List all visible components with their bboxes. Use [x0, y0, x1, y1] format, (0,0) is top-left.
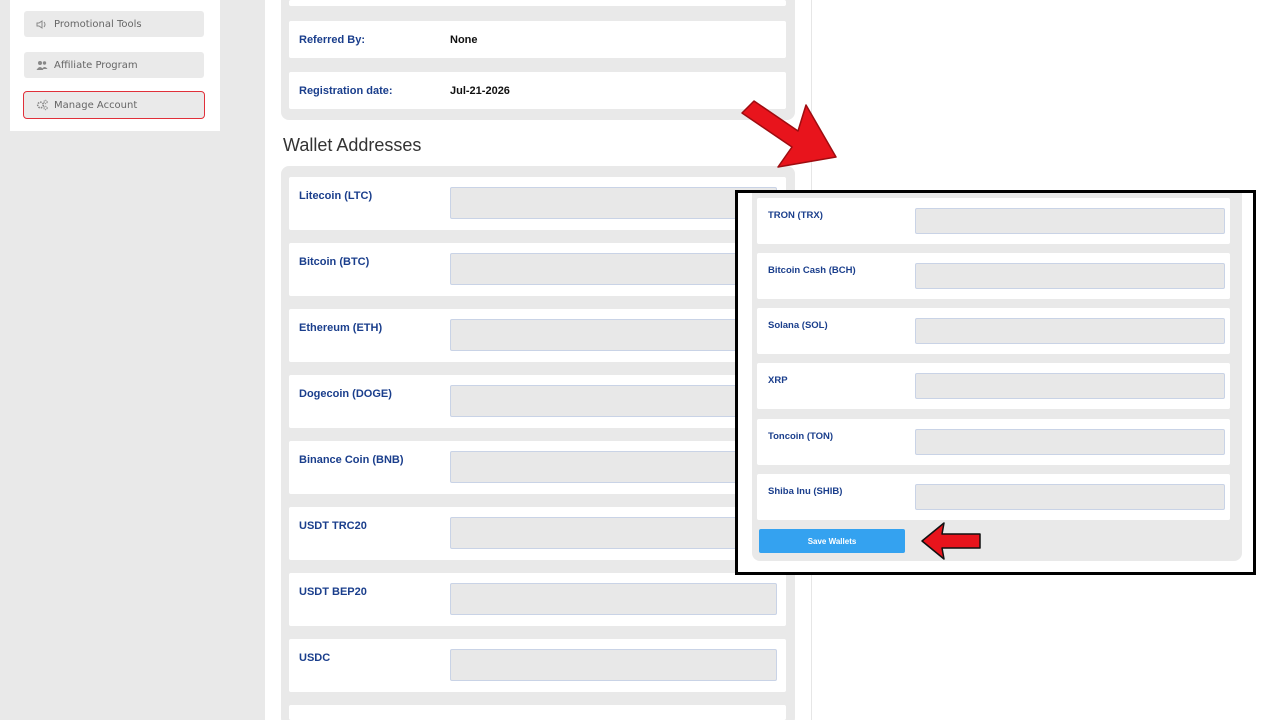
wallet-label: Bitcoin Cash (BCH) — [768, 265, 856, 276]
wallet-row-trx: TRON (TRX) — [757, 198, 1230, 244]
info-row-referred-by: Referred By: None — [289, 21, 786, 58]
arrow-left-icon — [921, 522, 981, 560]
info-row-partial — [289, 0, 786, 6]
sidebar-item-label: Manage Account — [54, 99, 138, 111]
wallet-label: Bitcoin (BTC) — [299, 256, 370, 268]
wallet-row-usdt-trc20: USDT TRC20 — [289, 507, 786, 560]
sidebar-item-promotional-tools[interactable]: Promotional Tools — [24, 11, 204, 37]
eth-address-input[interactable] — [450, 319, 777, 351]
usdc-address-input[interactable] — [450, 649, 777, 681]
bch-address-input[interactable] — [915, 263, 1225, 289]
wallet-row-doge: Dogecoin (DOGE) — [289, 375, 786, 428]
wallet-row-ton: Toncoin (TON) — [757, 419, 1230, 465]
wallet-row-eth: Ethereum (ETH) — [289, 309, 786, 362]
wallet-row-usdc: USDC — [289, 639, 786, 692]
usdt-trc20-address-input[interactable] — [450, 517, 777, 549]
sidebar-item-manage-account[interactable]: Manage Account — [23, 91, 205, 119]
wallet-addresses-title: Wallet Addresses — [283, 135, 422, 155]
info-row-registration-date: Registration date: Jul-21-2026 — [289, 72, 786, 109]
wallet-label: USDT BEP20 — [299, 586, 367, 598]
wallet-label: Litecoin (LTC) — [299, 190, 373, 202]
trx-address-input[interactable] — [915, 208, 1225, 234]
wallet-label: Solana (SOL) — [768, 320, 828, 331]
wallet-row-partial — [289, 705, 786, 720]
wallet-label: Ethereum (ETH) — [299, 322, 383, 334]
sidebar-menu: Promotional Tools Affiliate Program Mana… — [10, 0, 220, 131]
wallet-label: Shiba Inu (SHIB) — [768, 486, 843, 497]
wallet-row-shib: Shiba Inu (SHIB) — [757, 474, 1230, 520]
cogs-icon — [36, 99, 48, 111]
sol-address-input[interactable] — [915, 318, 1225, 344]
wallet-row-sol: Solana (SOL) — [757, 308, 1230, 354]
wallet-row-xrp: XRP — [757, 363, 1230, 409]
wallet-label: TRON (TRX) — [768, 210, 823, 221]
doge-address-input[interactable] — [450, 385, 777, 417]
wallet-label: XRP — [768, 375, 788, 386]
users-icon — [36, 59, 48, 71]
btc-address-input[interactable] — [450, 253, 777, 285]
sidebar-item-label: Promotional Tools — [54, 18, 142, 30]
ton-address-input[interactable] — [915, 429, 1225, 455]
megaphone-icon — [36, 18, 48, 30]
wallet-row-bnb: Binance Coin (BNB) — [289, 441, 786, 494]
wallet-label: Binance Coin (BNB) — [299, 454, 404, 466]
referred-by-label: Referred By: — [299, 33, 366, 46]
save-wallets-button[interactable]: Save Wallets — [759, 529, 905, 553]
wallet-label: Dogecoin (DOGE) — [299, 388, 392, 400]
arrow-down-right-icon — [741, 100, 837, 168]
registration-date-label: Registration date: — [299, 84, 393, 97]
wallet-label: USDC — [299, 652, 331, 664]
sidebar-item-affiliate-program[interactable]: Affiliate Program — [24, 52, 204, 78]
wallet-row-btc: Bitcoin (BTC) — [289, 243, 786, 296]
bnb-address-input[interactable] — [450, 451, 777, 483]
wallet-label: USDT TRC20 — [299, 520, 367, 532]
usdt-bep20-address-input[interactable] — [450, 583, 777, 615]
wallet-row-bch: Bitcoin Cash (BCH) — [757, 253, 1230, 299]
xrp-address-input[interactable] — [915, 373, 1225, 399]
wallet-row-usdt-bep20: USDT BEP20 — [289, 573, 786, 626]
sidebar-item-label: Affiliate Program — [54, 59, 138, 71]
registration-date-value: Jul-21-2026 — [450, 84, 510, 97]
referred-by-value: None — [450, 33, 478, 46]
ltc-address-input[interactable] — [450, 187, 777, 219]
wallet-label: Toncoin (TON) — [768, 431, 834, 442]
shib-address-input[interactable] — [915, 484, 1225, 510]
wallet-row-ltc: Litecoin (LTC) — [289, 177, 786, 230]
zoom-callout: TRON (TRX) Bitcoin Cash (BCH) Solana (SO… — [735, 190, 1256, 575]
